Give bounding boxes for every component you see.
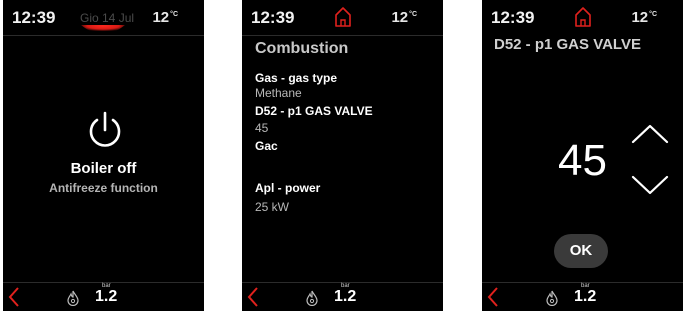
gas-valve-label[interactable]: D52 - p1 GAS VALVE: [255, 104, 373, 118]
outdoor-temperature: 12°C: [152, 9, 178, 26]
temperature-unit: °C: [409, 11, 417, 18]
gas-type-value: Methane: [255, 86, 302, 100]
clock-time: 12:39: [12, 8, 56, 27]
back-arrow-icon[interactable]: [486, 286, 500, 308]
clock-time: 12:39: [491, 8, 535, 27]
pressure-value: 1.2: [334, 288, 357, 305]
gas-valve-value: 45: [255, 121, 269, 135]
back-arrow-icon[interactable]: [7, 286, 21, 308]
boiler-status-screen: 12:39 Gio 14 Jul 12°C Boiler off Antifre…: [3, 0, 204, 311]
date-label: Gio 14 Jul: [80, 11, 135, 25]
temperature-value: 12: [152, 9, 170, 26]
gas-valve-edit-screen: 12:39 12°C D52 - p1 GAS VALVE 45 OK bar …: [482, 0, 683, 311]
bottom-bar: bar 1.2: [482, 282, 683, 311]
home-icon[interactable]: [573, 6, 593, 28]
clock-time: 12:39: [251, 8, 295, 27]
gas-type-label[interactable]: Gas - gas type: [255, 71, 337, 85]
back-arrow-icon[interactable]: [246, 286, 260, 308]
boiler-state-subtitle: Antifreeze function: [49, 181, 158, 195]
decrease-arrow-icon[interactable]: [630, 173, 670, 197]
home-icon[interactable]: [333, 6, 353, 28]
outdoor-temperature: 12°C: [391, 9, 417, 26]
page-title: Combustion: [255, 40, 349, 57]
temperature-value: 12: [391, 9, 409, 26]
pull-down-handle-icon[interactable]: [75, 25, 131, 41]
flame-icon: [546, 290, 558, 306]
bottom-bar: bar 1.2: [242, 282, 443, 311]
boiler-state-title: Boiler off: [70, 160, 137, 177]
flame-icon: [67, 290, 79, 306]
power-value: 25 kW: [255, 200, 290, 214]
parameter-value: 45: [558, 136, 607, 185]
temperature-unit: °C: [170, 11, 178, 18]
pressure-value: 1.2: [95, 288, 118, 305]
power-icon[interactable]: [86, 110, 124, 152]
ok-button[interactable]: OK: [554, 234, 608, 268]
temperature-unit: °C: [649, 11, 657, 18]
top-divider: [242, 35, 443, 36]
combustion-screen: 12:39 12°C Combustion Gas - gas type Met…: [242, 0, 443, 311]
power-label[interactable]: Apl - power: [255, 181, 320, 195]
bottom-bar: bar 1.2: [3, 282, 204, 311]
flame-icon: [306, 290, 318, 306]
status-bar: 12:39 12°C: [242, 0, 443, 35]
gac-label[interactable]: Gac: [255, 139, 278, 153]
parameter-title: D52 - p1 GAS VALVE: [494, 36, 641, 53]
increase-arrow-icon[interactable]: [630, 122, 670, 146]
pressure-value: 1.2: [574, 288, 597, 305]
temperature-value: 12: [631, 9, 649, 26]
status-bar: 12:39 12°C: [482, 0, 683, 35]
outdoor-temperature: 12°C: [631, 9, 657, 26]
